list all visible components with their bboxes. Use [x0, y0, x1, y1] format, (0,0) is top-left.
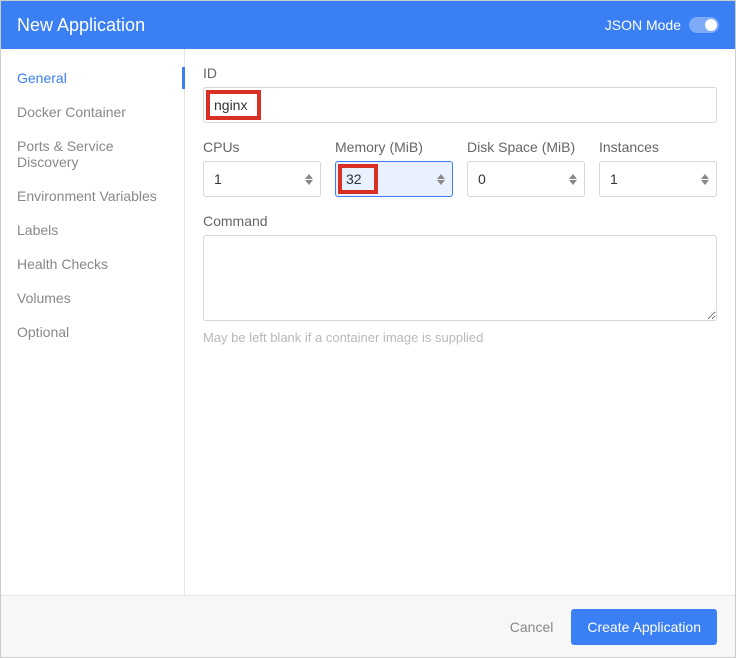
dialog-header: New Application JSON Mode	[1, 1, 735, 49]
sidebar-item-label: Environment Variables	[17, 188, 157, 204]
id-field-row: ID	[203, 65, 717, 123]
sidebar-item-label: Ports & Service Discovery	[17, 138, 113, 170]
dialog-title: New Application	[17, 15, 145, 36]
cpus-field: CPUs	[203, 139, 321, 197]
sidebar-item-label: Health Checks	[17, 256, 108, 272]
sidebar-item-volumes[interactable]: Volumes	[1, 281, 184, 315]
chevron-up-icon[interactable]	[569, 174, 577, 179]
instances-spinner	[697, 164, 713, 194]
instances-field: Instances	[599, 139, 717, 197]
sidebar-item-label: Optional	[17, 324, 69, 340]
cpus-label: CPUs	[203, 139, 321, 155]
memory-field: Memory (MiB)	[335, 139, 453, 197]
disk-input-wrap	[467, 161, 585, 197]
app-dialog: New Application JSON Mode General Docker…	[0, 0, 736, 658]
command-label: Command	[203, 213, 717, 229]
chevron-up-icon[interactable]	[437, 174, 445, 179]
id-label: ID	[203, 65, 717, 81]
sidebar-item-labels[interactable]: Labels	[1, 213, 184, 247]
create-application-button[interactable]: Create Application	[571, 609, 717, 645]
resources-row: CPUs Memory (MiB)	[203, 139, 717, 197]
json-mode-group: JSON Mode	[605, 17, 719, 33]
chevron-down-icon[interactable]	[569, 180, 577, 185]
instances-label: Instances	[599, 139, 717, 155]
sidebar-item-label: Volumes	[17, 290, 71, 306]
chevron-down-icon[interactable]	[305, 180, 313, 185]
command-field-row: Command May be left blank if a container…	[203, 213, 717, 345]
sidebar-item-environment-variables[interactable]: Environment Variables	[1, 179, 184, 213]
sidebar-item-health-checks[interactable]: Health Checks	[1, 247, 184, 281]
id-input[interactable]	[203, 87, 717, 123]
memory-spinner	[433, 164, 449, 194]
sidebar: General Docker Container Ports & Service…	[1, 49, 185, 595]
json-mode-label: JSON Mode	[605, 17, 681, 33]
cancel-button[interactable]: Cancel	[510, 619, 554, 635]
disk-spinner	[565, 164, 581, 194]
chevron-down-icon[interactable]	[701, 180, 709, 185]
memory-input-wrap	[335, 161, 453, 197]
instances-input-wrap	[599, 161, 717, 197]
chevron-down-icon[interactable]	[437, 180, 445, 185]
form-content: ID CPUs	[185, 49, 735, 595]
sidebar-item-general[interactable]: General	[1, 61, 184, 95]
sidebar-item-label: Labels	[17, 222, 58, 238]
sidebar-item-optional[interactable]: Optional	[1, 315, 184, 349]
json-mode-toggle[interactable]	[689, 17, 719, 33]
dialog-footer: Cancel Create Application	[1, 595, 735, 657]
cpus-spinner	[301, 164, 317, 194]
dialog-body: General Docker Container Ports & Service…	[1, 49, 735, 595]
cpus-input-wrap	[203, 161, 321, 197]
toggle-knob-icon	[705, 19, 717, 31]
chevron-up-icon[interactable]	[305, 174, 313, 179]
chevron-up-icon[interactable]	[701, 174, 709, 179]
memory-label: Memory (MiB)	[335, 139, 453, 155]
command-help-text: May be left blank if a container image i…	[203, 330, 717, 345]
disk-label: Disk Space (MiB)	[467, 139, 585, 155]
sidebar-item-label: General	[17, 70, 67, 86]
command-input[interactable]	[203, 235, 717, 321]
sidebar-item-ports-service-discovery[interactable]: Ports & Service Discovery	[1, 129, 184, 179]
disk-field: Disk Space (MiB)	[467, 139, 585, 197]
sidebar-item-docker-container[interactable]: Docker Container	[1, 95, 184, 129]
sidebar-item-label: Docker Container	[17, 104, 126, 120]
id-input-wrap	[203, 87, 717, 123]
